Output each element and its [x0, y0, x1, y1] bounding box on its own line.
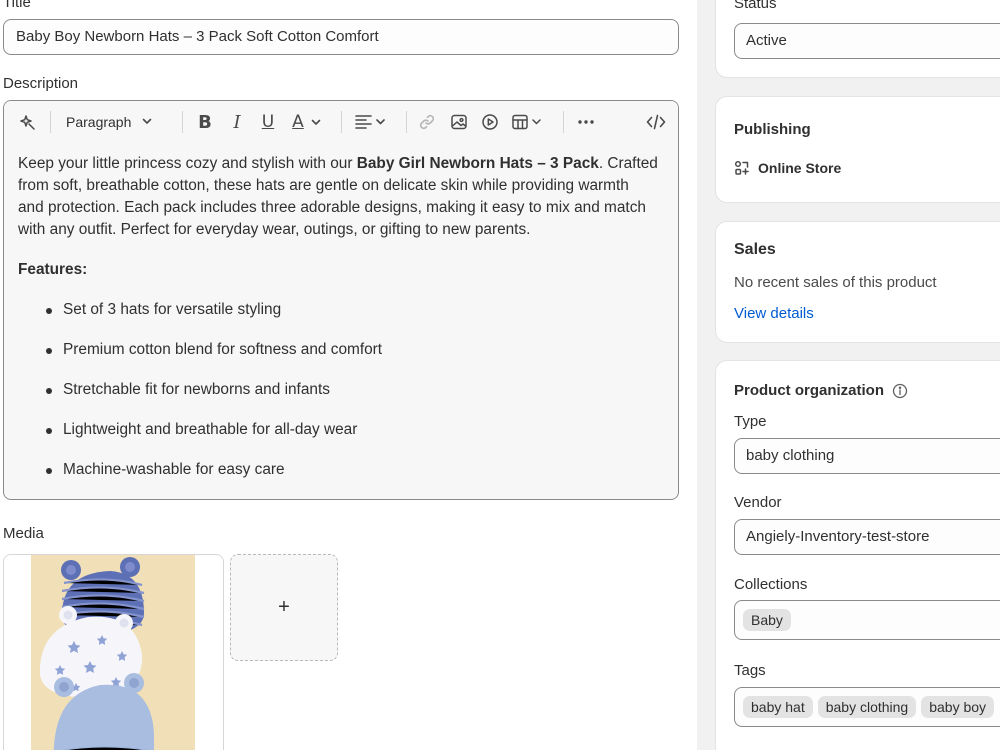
tag-chip[interactable]: baby clothing	[817, 696, 917, 718]
list-item: Machine-washable for easy care	[44, 459, 668, 481]
media-label: Media	[3, 525, 44, 542]
collection-chip[interactable]: Baby	[743, 609, 791, 631]
product-organization-header: Product organization	[734, 382, 908, 399]
more-icon[interactable]	[575, 111, 597, 133]
online-store-label: Online Store	[758, 160, 842, 176]
info-icon[interactable]	[892, 383, 908, 399]
sales-message: No recent sales of this product	[734, 274, 937, 291]
product-organization-card: Product organization Type baby clothing …	[715, 360, 1000, 750]
vendor-label: Vendor	[734, 494, 782, 511]
description-editor[interactable]: Paragraph B I U A Keep your little princ…	[3, 100, 679, 500]
editor-toolbar: Paragraph B I U A	[4, 101, 678, 143]
collections-input[interactable]: Baby	[734, 600, 1000, 640]
tag-chip[interactable]: baby boy	[921, 696, 995, 718]
plus-icon: +	[278, 596, 290, 618]
type-label: Type	[734, 413, 767, 430]
bold-button[interactable]: B	[194, 111, 216, 133]
sales-card: Sales No recent sales of this product Vi…	[715, 221, 1000, 343]
product-details-panel: Title Baby Boy Newborn Hats – 3 Pack Sof…	[0, 0, 697, 750]
tags-label: Tags	[734, 662, 766, 679]
product-name-bold: Baby Girl Newborn Hats – 3 Pack	[356, 155, 599, 172]
magic-icon[interactable]	[18, 111, 38, 133]
list-item: Lightweight and breathable for all-day w…	[44, 419, 668, 441]
collections-label: Collections	[734, 576, 808, 593]
title-label: Title	[3, 0, 31, 11]
image-icon[interactable]	[449, 111, 469, 133]
type-input[interactable]: baby clothing	[734, 438, 1000, 474]
text-color-button[interactable]: A	[289, 111, 307, 133]
description-intro: Keep your little princess cozy and styli…	[18, 155, 658, 238]
features-heading: Features:	[18, 261, 88, 278]
editor-content[interactable]: Keep your little princess cozy and styli…	[18, 153, 668, 499]
title-input[interactable]: Baby Boy Newborn Hats – 3 Pack Soft Cott…	[3, 19, 679, 55]
view-details-link[interactable]: View details	[734, 305, 814, 322]
status-card: Status Active	[715, 0, 1000, 78]
status-label: Status	[734, 0, 777, 12]
tags-input[interactable]: baby hat baby clothing baby boy	[734, 687, 1000, 727]
description-label: Description	[3, 75, 79, 92]
video-icon[interactable]	[480, 111, 500, 133]
list-item: Set of 3 hats for versatile styling	[44, 299, 668, 321]
store-icon	[734, 160, 750, 176]
product-image[interactable]	[3, 554, 224, 750]
underline-button[interactable]: U	[257, 111, 279, 133]
italic-button[interactable]: I	[226, 111, 248, 133]
vendor-input[interactable]: Angiely-Inventory-test-store	[734, 519, 1000, 555]
code-icon[interactable]	[645, 111, 667, 133]
add-media-button[interactable]: +	[230, 554, 338, 661]
sales-title: Sales	[734, 241, 776, 258]
list-item: Premium cotton blend for softness and co…	[44, 339, 668, 361]
sales-channel-online-store[interactable]: Online Store	[734, 160, 841, 176]
newborn-hats-photo	[4, 555, 223, 750]
chevron-down-icon[interactable]	[310, 111, 322, 133]
publishing-card: Publishing Online Store	[715, 96, 1000, 203]
chevron-down-icon	[141, 114, 153, 130]
paragraph-style-label: Paragraph	[66, 114, 132, 130]
status-select[interactable]: Active	[734, 23, 1000, 59]
align-left-icon[interactable]	[354, 111, 390, 133]
publishing-title: Publishing	[734, 121, 811, 138]
link-icon[interactable]	[417, 111, 437, 133]
tag-chip[interactable]: baby hat	[743, 696, 813, 718]
product-organization-title: Product organization	[734, 382, 884, 399]
feature-list: Set of 3 hats for versatile styling Prem…	[18, 299, 668, 481]
list-item: Stretchable fit for newborns and infants	[44, 379, 668, 401]
table-icon[interactable]	[512, 111, 546, 133]
paragraph-style-select[interactable]: Paragraph	[66, 111, 153, 133]
